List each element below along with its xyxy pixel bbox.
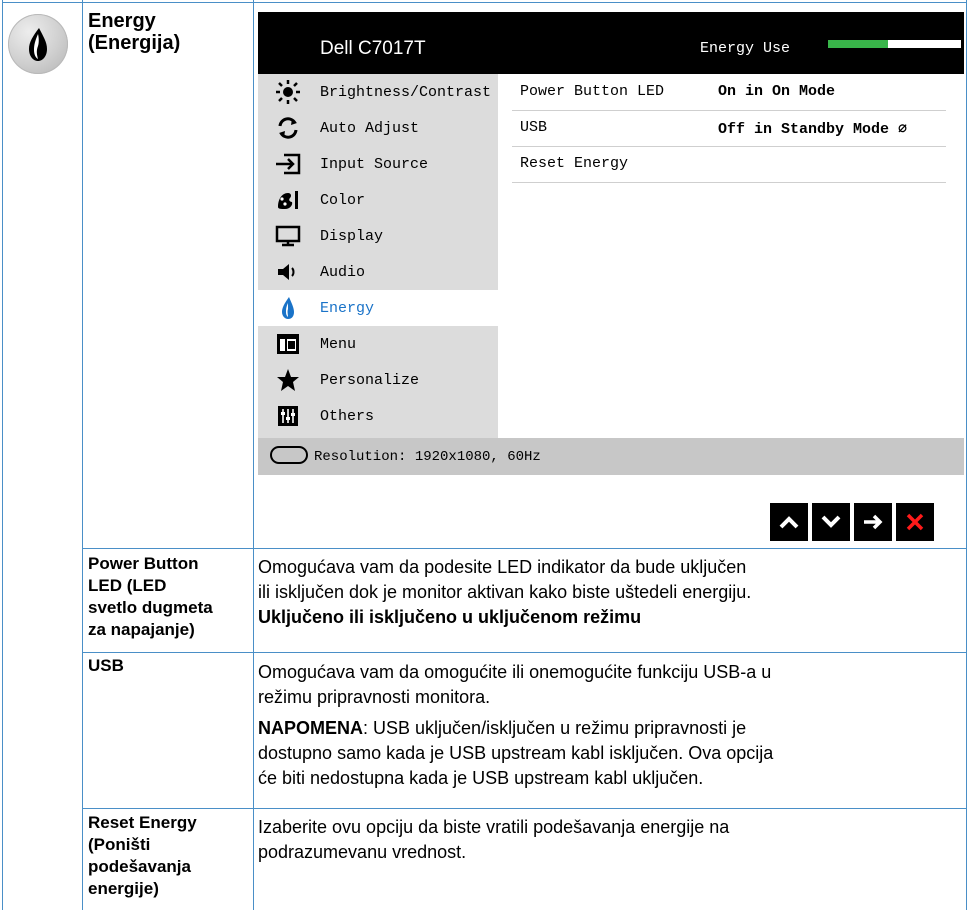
energy-icon [274, 295, 302, 321]
close-button[interactable] [896, 503, 934, 541]
desc-line: Omogućava vam da podesite LED indikator … [258, 557, 747, 577]
desc-line: ili isključen dok je monitor aktivan kak… [258, 582, 752, 602]
desc-line: režimu pripravnosti monitora. [258, 687, 491, 707]
color-icon [274, 187, 302, 213]
table-border-col1 [82, 0, 83, 910]
setting-key: Power Button LED [520, 83, 665, 100]
label-line: Power Button [88, 554, 199, 573]
row-label-power-button-led: Power Button LED (LED svetlo dugmeta za … [88, 553, 252, 641]
energy-drop-icon [8, 14, 68, 74]
row-desc-reset-energy: Izaberite ovu opciju da biste vratili po… [258, 815, 958, 865]
note-block: NAPOMENA: USB uključen/isključen u režim… [258, 716, 958, 791]
setting-row-reset-energy[interactable]: Reset Energy [512, 146, 946, 183]
desc-line: Omogućava vam da omogućite ili onemogući… [258, 662, 772, 682]
vga-connector-icon [270, 446, 308, 464]
menu-item-label: Color [320, 191, 366, 209]
menu-item-label: Display [320, 227, 384, 245]
setting-value: Off in Standby Mode ∅ [718, 121, 908, 138]
table-border-left [2, 0, 3, 910]
setting-row-usb[interactable]: USB Off in Standby Mode ∅ [512, 110, 946, 147]
star-icon [274, 367, 302, 393]
label-line: LED (LED [88, 576, 167, 595]
label-line: svetlo dugmeta [88, 598, 213, 617]
row-divider-3 [82, 808, 967, 809]
input-source-icon [274, 151, 302, 177]
table-border-col2 [253, 0, 254, 910]
label-line: podešavanja [88, 857, 191, 876]
desc-line: podrazumevanu vrednost. [258, 842, 467, 862]
setting-key: USB [520, 119, 548, 136]
menu-item-label: Personalize [320, 371, 420, 389]
label-line: Reset Energy [88, 813, 197, 832]
row-label-usb: USB [88, 655, 252, 677]
energy-use-label: Energy Use [700, 40, 791, 57]
brightness-icon [274, 79, 302, 105]
menu-item-color[interactable]: Color [258, 182, 498, 218]
desc-bold-line: Uključeno ili isključeno u uključenom re… [258, 607, 642, 627]
down-arrow-icon [821, 515, 841, 528]
up-arrow-button[interactable] [770, 503, 808, 541]
menu-item-input-source[interactable]: Input Source [258, 146, 498, 182]
menu-item-menu[interactable]: Menu [258, 326, 498, 362]
table-border-right [966, 0, 967, 910]
table-border-top [2, 2, 967, 3]
note-line: će biti nedostupna kada je USB upstream … [258, 768, 704, 788]
section-title-line2: (Energija) [88, 32, 181, 54]
section-title: Energy (Energija) [88, 10, 180, 54]
desc-line: Izaberite ovu opciju da biste vratili po… [258, 817, 730, 837]
auto-adjust-icon [274, 115, 302, 141]
setting-value: On in On Mode [718, 83, 836, 100]
energy-use-meter-remaining [888, 40, 961, 48]
label-line: (Poništi [88, 835, 151, 854]
menu-item-label: Input Source [320, 155, 429, 173]
menu-item-label: Audio [320, 263, 366, 281]
resolution-text: Resolution: 1920x1080, 60Hz [314, 449, 541, 465]
right-arrow-icon [864, 514, 883, 530]
menu-item-auto-adjust[interactable]: Auto Adjust [258, 110, 498, 146]
right-arrow-button[interactable] [854, 503, 892, 541]
menu-item-label: Auto Adjust [320, 119, 420, 137]
audio-icon [274, 259, 302, 285]
up-arrow-icon [779, 516, 799, 529]
menu-item-display[interactable]: Display [258, 218, 498, 254]
others-icon [274, 403, 302, 429]
row-divider-2 [82, 652, 967, 653]
label-line: za napajanje) [88, 620, 195, 639]
menu-item-audio[interactable]: Audio [258, 254, 498, 290]
osd-status-bar: Resolution: 1920x1080, 60Hz [258, 438, 964, 475]
section-title-line1: Energy [88, 10, 156, 32]
menu-item-others[interactable]: Others [258, 398, 498, 434]
row-desc-power-button-led: Omogućava vam da podesite LED indikator … [258, 555, 958, 630]
label-line: USB [88, 656, 124, 675]
note-line: dostupno samo kada je USB upstream kabl … [258, 743, 774, 763]
menu-icon [274, 331, 302, 357]
energy-use-meter [828, 40, 961, 48]
setting-key: Reset Energy [520, 155, 629, 172]
display-icon [274, 223, 302, 249]
row-divider-1 [82, 548, 967, 549]
menu-item-label: Brightness/Contrast [320, 83, 492, 101]
menu-item-energy[interactable]: Energy [258, 290, 498, 326]
note-label: NAPOMENA [258, 718, 364, 738]
menu-item-brightness-contrast[interactable]: Brightness/Contrast [258, 74, 498, 110]
energy-use-meter-fill [828, 40, 888, 48]
menu-item-personalize[interactable]: Personalize [258, 362, 498, 398]
down-arrow-button[interactable] [812, 503, 850, 541]
setting-row-power-button-led[interactable]: Power Button LED On in On Mode [512, 74, 946, 111]
note-line: : USB uključen/isključen u režimu pripra… [363, 718, 747, 738]
menu-item-label: Others [320, 407, 375, 425]
osd-model-title: Dell C7017T [320, 38, 426, 59]
menu-item-label: Energy [320, 299, 375, 317]
osd-menu: Brightness/Contrast Auto Adjust Input So… [258, 74, 498, 438]
menu-item-label: Menu [320, 335, 357, 353]
row-label-reset-energy: Reset Energy (Poništi podešavanja energi… [88, 812, 252, 900]
row-desc-usb: Omogućava vam da omogućite ili onemogući… [258, 660, 958, 791]
close-icon [906, 513, 924, 531]
label-line: energije) [88, 879, 159, 898]
